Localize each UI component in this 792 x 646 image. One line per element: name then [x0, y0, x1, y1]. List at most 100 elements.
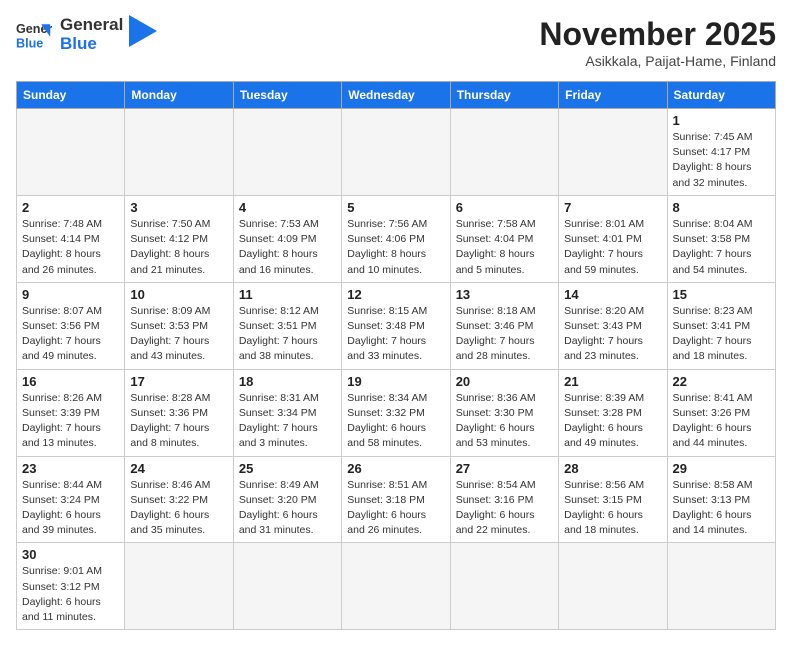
- calendar-cell: 15 Sunrise: 8:23 AM Sunset: 3:41 PM Dayli…: [667, 282, 775, 369]
- day-info: Sunrise: 7:48 AM Sunset: 4:14 PM Dayligh…: [22, 217, 119, 278]
- day-number: 17: [130, 374, 227, 389]
- day-number: 6: [456, 200, 553, 215]
- day-info: Sunrise: 8:56 AM Sunset: 3:15 PM Dayligh…: [564, 478, 661, 539]
- day-number: 14: [564, 287, 661, 302]
- calendar-week-row: 30Sunrise: 9:01 AM Sunset: 3:12 PM Dayli…: [17, 543, 776, 630]
- day-info: Sunrise: 8:51 AM Sunset: 3:18 PM Dayligh…: [347, 478, 444, 539]
- month-title: November 2025: [539, 16, 776, 53]
- day-number: 27: [456, 461, 553, 476]
- calendar-cell: 7Sunrise: 8:01 AM Sunset: 4:01 PM Daylig…: [559, 195, 667, 282]
- calendar-cell: 21Sunrise: 8:39 AM Sunset: 3:28 PM Dayli…: [559, 369, 667, 456]
- calendar-cell: 3Sunrise: 7:50 AM Sunset: 4:12 PM Daylig…: [125, 195, 233, 282]
- calendar-cell: 1 Sunrise: 7:45 AM Sunset: 4:17 PM Daylig…: [667, 109, 775, 196]
- day-number: 13: [456, 287, 553, 302]
- calendar-cell: 14 Sunrise: 8:20 AM Sunset: 3:43 PM Dayli…: [559, 282, 667, 369]
- calendar-cell: 16 Sunrise: 8:26 AM Sunset: 3:39 PM Dayli…: [17, 369, 125, 456]
- calendar-cell: [450, 109, 558, 196]
- calendar-cell: 25Sunrise: 8:49 AM Sunset: 3:20 PM Dayli…: [233, 456, 341, 543]
- calendar-cell: [17, 109, 125, 196]
- day-number: 2: [22, 200, 119, 215]
- calendar-cell: [667, 543, 775, 630]
- day-number: 23: [22, 461, 119, 476]
- day-info: Sunrise: 8:31 AM Sunset: 3:34 PM Dayligh…: [239, 391, 336, 452]
- calendar-cell: 22Sunrise: 8:41 AM Sunset: 3:26 PM Dayli…: [667, 369, 775, 456]
- day-info: Sunrise: 8:23 AM Sunset: 3:41 PM Dayligh…: [673, 304, 770, 365]
- day-number: 11: [239, 287, 336, 302]
- day-info: Sunrise: 7:58 AM Sunset: 4:04 PM Dayligh…: [456, 217, 553, 278]
- day-number: 3: [130, 200, 227, 215]
- day-number: 19: [347, 374, 444, 389]
- calendar-cell: 11 Sunrise: 8:12 AM Sunset: 3:51 PM Dayli…: [233, 282, 341, 369]
- day-number: 8: [673, 200, 770, 215]
- logo: General Blue General Blue: [16, 16, 157, 53]
- calendar-header-sunday: Sunday: [17, 82, 125, 109]
- calendar-header-row: SundayMondayTuesdayWednesdayThursdayFrid…: [17, 82, 776, 109]
- calendar-week-row: 9 Sunrise: 8:07 AM Sunset: 3:56 PM Daylig…: [17, 282, 776, 369]
- calendar-cell: [559, 109, 667, 196]
- calendar-cell: 2 Sunrise: 7:48 AM Sunset: 4:14 PM Daylig…: [17, 195, 125, 282]
- calendar-cell: 29 Sunrise: 8:58 AM Sunset: 3:13 PM Dayli…: [667, 456, 775, 543]
- calendar-cell: [342, 109, 450, 196]
- day-info: Sunrise: 8:28 AM Sunset: 3:36 PM Dayligh…: [130, 391, 227, 452]
- day-info: Sunrise: 8:12 AM Sunset: 3:51 PM Dayligh…: [239, 304, 336, 365]
- calendar-cell: 26 Sunrise: 8:51 AM Sunset: 3:18 PM Dayli…: [342, 456, 450, 543]
- day-info: Sunrise: 8:04 AM Sunset: 3:58 PM Dayligh…: [673, 217, 770, 278]
- day-info: Sunrise: 7:45 AM Sunset: 4:17 PM Dayligh…: [673, 130, 770, 191]
- day-number: 24: [130, 461, 227, 476]
- calendar-cell: 19 Sunrise: 8:34 AM Sunset: 3:32 PM Dayli…: [342, 369, 450, 456]
- calendar-cell: [233, 543, 341, 630]
- calendar-cell: 27 Sunrise: 8:54 AM Sunset: 3:16 PM Dayli…: [450, 456, 558, 543]
- calendar-cell: [125, 543, 233, 630]
- day-number: 26: [347, 461, 444, 476]
- day-number: 1: [673, 113, 770, 128]
- calendar-cell: 17 Sunrise: 8:28 AM Sunset: 3:36 PM Dayli…: [125, 369, 233, 456]
- title-block: November 2025 Asikkala, Paijat-Hame, Fin…: [539, 16, 776, 69]
- calendar-cell: [559, 543, 667, 630]
- calendar-header-saturday: Saturday: [667, 82, 775, 109]
- day-info: Sunrise: 8:36 AM Sunset: 3:30 PM Dayligh…: [456, 391, 553, 452]
- day-number: 12: [347, 287, 444, 302]
- calendar-week-row: 16 Sunrise: 8:26 AM Sunset: 3:39 PM Dayli…: [17, 369, 776, 456]
- calendar-header-monday: Monday: [125, 82, 233, 109]
- calendar-header-tuesday: Tuesday: [233, 82, 341, 109]
- day-info: Sunrise: 8:58 AM Sunset: 3:13 PM Dayligh…: [673, 478, 770, 539]
- day-number: 18: [239, 374, 336, 389]
- day-number: 15: [673, 287, 770, 302]
- day-info: Sunrise: 8:54 AM Sunset: 3:16 PM Dayligh…: [456, 478, 553, 539]
- day-info: Sunrise: 9:01 AM Sunset: 3:12 PM Dayligh…: [22, 564, 119, 625]
- day-info: Sunrise: 8:34 AM Sunset: 3:32 PM Dayligh…: [347, 391, 444, 452]
- calendar-cell: [125, 109, 233, 196]
- day-info: Sunrise: 8:44 AM Sunset: 3:24 PM Dayligh…: [22, 478, 119, 539]
- calendar-cell: 28Sunrise: 8:56 AM Sunset: 3:15 PM Dayli…: [559, 456, 667, 543]
- day-number: 5: [347, 200, 444, 215]
- calendar-cell: 23 Sunrise: 8:44 AM Sunset: 3:24 PM Dayli…: [17, 456, 125, 543]
- logo-icon: General Blue: [16, 17, 52, 53]
- calendar-cell: 20Sunrise: 8:36 AM Sunset: 3:30 PM Dayli…: [450, 369, 558, 456]
- day-number: 4: [239, 200, 336, 215]
- day-number: 22: [673, 374, 770, 389]
- calendar-week-row: 23 Sunrise: 8:44 AM Sunset: 3:24 PM Dayli…: [17, 456, 776, 543]
- calendar-cell: 24 Sunrise: 8:46 AM Sunset: 3:22 PM Dayli…: [125, 456, 233, 543]
- day-info: Sunrise: 8:09 AM Sunset: 3:53 PM Dayligh…: [130, 304, 227, 365]
- page-header: General Blue General Blue November 2025 …: [16, 16, 776, 69]
- day-info: Sunrise: 8:07 AM Sunset: 3:56 PM Dayligh…: [22, 304, 119, 365]
- calendar-cell: 5Sunrise: 7:56 AM Sunset: 4:06 PM Daylig…: [342, 195, 450, 282]
- location-subtitle: Asikkala, Paijat-Hame, Finland: [539, 53, 776, 69]
- day-info: Sunrise: 8:46 AM Sunset: 3:22 PM Dayligh…: [130, 478, 227, 539]
- day-number: 16: [22, 374, 119, 389]
- calendar-cell: 9 Sunrise: 8:07 AM Sunset: 3:56 PM Daylig…: [17, 282, 125, 369]
- day-info: Sunrise: 8:20 AM Sunset: 3:43 PM Dayligh…: [564, 304, 661, 365]
- calendar-cell: 30Sunrise: 9:01 AM Sunset: 3:12 PM Dayli…: [17, 543, 125, 630]
- calendar-table: SundayMondayTuesdayWednesdayThursdayFrid…: [16, 81, 776, 630]
- calendar-header-thursday: Thursday: [450, 82, 558, 109]
- day-number: 9: [22, 287, 119, 302]
- calendar-cell: 12Sunrise: 8:15 AM Sunset: 3:48 PM Dayli…: [342, 282, 450, 369]
- calendar-cell: 18 Sunrise: 8:31 AM Sunset: 3:34 PM Dayli…: [233, 369, 341, 456]
- calendar-header-friday: Friday: [559, 82, 667, 109]
- calendar-week-row: 1 Sunrise: 7:45 AM Sunset: 4:17 PM Daylig…: [17, 109, 776, 196]
- day-info: Sunrise: 8:26 AM Sunset: 3:39 PM Dayligh…: [22, 391, 119, 452]
- day-info: Sunrise: 8:39 AM Sunset: 3:28 PM Dayligh…: [564, 391, 661, 452]
- calendar-cell: 6 Sunrise: 7:58 AM Sunset: 4:04 PM Daylig…: [450, 195, 558, 282]
- calendar-week-row: 2 Sunrise: 7:48 AM Sunset: 4:14 PM Daylig…: [17, 195, 776, 282]
- day-number: 29: [673, 461, 770, 476]
